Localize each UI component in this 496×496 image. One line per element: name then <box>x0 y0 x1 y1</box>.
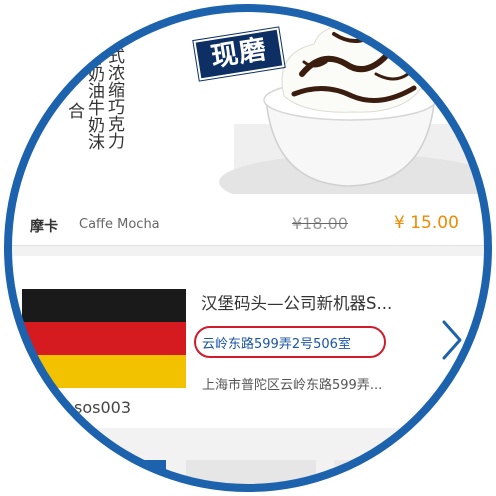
flag-stripe-red <box>22 322 186 355</box>
flag-stripe-black <box>22 289 186 322</box>
bottom-tile-2[interactable] <box>186 460 316 492</box>
machine-title: 汉堡码头—公司新机器S... <box>201 294 393 313</box>
machine-address: 云岭东路599弄2号506室 <box>202 337 351 352</box>
product-name-cn: 摩卡 <box>30 219 58 235</box>
flag-stripe-gold <box>22 355 186 388</box>
product-hero-image: 意式浓缩巧克力 鲜奶油牛奶沫 合 现磨 <box>4 4 492 194</box>
product-card[interactable]: 意式浓缩巧克力 鲜奶油牛奶沫 合 现磨 摩卡 Caffe Mocha ¥18.0… <box>4 4 492 246</box>
original-price: ¥18.00 <box>292 214 348 233</box>
calligraphy-line-1: 意式浓缩巧克力 <box>104 30 124 149</box>
calligraphy-line-3: 合 <box>64 102 84 119</box>
machine-full-address: 上海市普陀区云岭东路599弄... <box>202 378 383 393</box>
bottom-tile-1[interactable] <box>44 460 166 492</box>
zoom-lens: 意式浓缩巧克力 鲜奶油牛奶沫 合 现磨 摩卡 Caffe Mocha ¥18.0… <box>4 4 492 492</box>
current-price: ¥ 15.00 <box>394 213 459 233</box>
bottom-tile-3[interactable] <box>334 460 444 492</box>
product-name-en: Caffe Mocha <box>79 217 160 232</box>
machine-code: sos003 <box>74 398 131 417</box>
chevron-right-icon[interactable] <box>438 318 466 362</box>
product-price-row: 摩卡 Caffe Mocha ¥18.00 ¥ 15.00 <box>4 196 492 246</box>
machine-thumbnail <box>22 289 186 388</box>
calligraphy-line-2: 鲜奶油牛奶沫 <box>84 48 104 150</box>
machine-list-item[interactable]: sos003 汉堡码头—公司新机器S... 云岭东路599弄2号506室 上海市… <box>4 256 492 428</box>
